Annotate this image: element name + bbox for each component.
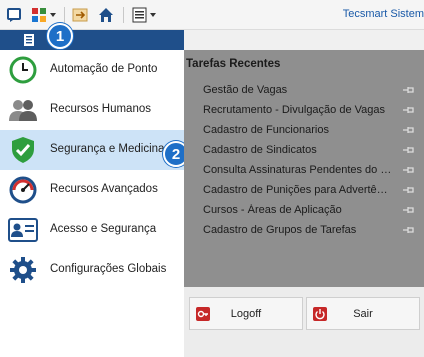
recent-task-label: Cursos - Áreas de Aplicação (203, 204, 342, 216)
menu-item-label: Configurações Globais (50, 263, 167, 275)
pin-icon[interactable] (402, 225, 416, 238)
recent-task-item[interactable]: Consulta Assinaturas Pendentes do Es... (184, 160, 424, 180)
menu-item-recursos-humanos[interactable]: Recursos Humanos (0, 90, 184, 130)
brand-name: Tecsmart Sistem (342, 8, 424, 20)
clock-icon (8, 55, 38, 85)
gear-icon (8, 255, 38, 285)
recent-task-label: Gestão de Vagas (203, 84, 288, 96)
bottom-bar: Logoff Sair (184, 287, 424, 357)
recent-task-item[interactable]: Cadastro de Grupos de Tarefas (184, 220, 424, 240)
recent-task-item[interactable]: Cadastro de Sindicatos (184, 140, 424, 160)
app-menu-button[interactable] (4, 5, 24, 25)
menu-item-label: Automação de Ponto (50, 63, 158, 75)
menu-item-label: Acesso e Segurança (50, 223, 157, 235)
recent-tasks-title: Tarefas Recentes (186, 58, 281, 70)
pin-icon[interactable] (402, 165, 416, 178)
recent-task-label: Cadastro de Punições para Advertênci... (203, 184, 393, 196)
recent-task-label: Cadastro de Funcionarios (203, 124, 329, 136)
pin-icon[interactable] (402, 85, 416, 98)
exit-label: Sair (353, 308, 373, 320)
gauge-icon (8, 175, 38, 205)
recent-tasks-panel: Tarefas Recentes Gestão de Vagas Recrutam… (184, 50, 424, 287)
menu-item-acesso-seguranca[interactable]: Acesso e Segurança (0, 210, 184, 250)
pin-icon[interactable] (402, 125, 416, 138)
menu-item-label: Recursos Avançados (50, 183, 158, 195)
pin-icon[interactable] (402, 105, 416, 118)
module-menu: Automação de Ponto Recursos Humanos Segu… (0, 50, 184, 357)
recent-task-label: Cadastro de Sindicatos (203, 144, 317, 156)
home-icon (99, 8, 113, 22)
shield-check-icon (8, 135, 38, 165)
id-card-icon (8, 215, 38, 245)
menu-item-label: Recursos Humanos (50, 103, 151, 115)
menu-item-configuracoes-globais[interactable]: Configurações Globais (0, 250, 184, 290)
logoff-button[interactable]: Logoff (189, 297, 303, 330)
recent-task-item[interactable]: Cursos - Áreas de Aplicação (184, 200, 424, 220)
recent-task-label: Recrutamento - Divulgação de Vagas (203, 104, 386, 116)
step-badge-1: 1 (47, 23, 73, 49)
modules-dropdown-button[interactable] (29, 5, 59, 25)
pin-icon[interactable] (402, 205, 416, 218)
menu-item-automacao-ponto[interactable]: Automação de Ponto (0, 50, 184, 90)
recent-task-item[interactable]: Cadastro de Punições para Advertênci... (184, 180, 424, 200)
recent-task-label: Consulta Assinaturas Pendentes do Es... (203, 164, 393, 176)
exit-button[interactable]: Sair (306, 297, 420, 330)
pin-icon[interactable] (402, 145, 416, 158)
menu-item-label: Segurança e Medicina (50, 143, 165, 155)
app-icon (7, 8, 21, 22)
home-button[interactable] (96, 5, 116, 25)
recent-task-item[interactable]: Gestão de Vagas (184, 80, 424, 100)
grid-icon (32, 8, 56, 22)
recent-task-item[interactable]: Recrutamento - Divulgação de Vagas (184, 100, 424, 120)
menu-header (0, 30, 184, 50)
menu-toggle-button[interactable] (22, 33, 36, 50)
transfer-icon (72, 8, 88, 22)
logoff-label: Logoff (230, 308, 262, 320)
transfer-button[interactable] (70, 5, 90, 25)
menu-item-seguranca-medicina[interactable]: Segurança e Medicina (0, 130, 184, 170)
recent-task-item[interactable]: Cadastro de Funcionarios (184, 120, 424, 140)
people-icon (8, 95, 38, 125)
document-menu-icon (24, 34, 34, 46)
pin-icon[interactable] (402, 185, 416, 198)
recent-task-label: Cadastro de Grupos de Tarefas (203, 224, 357, 236)
menu-item-recursos-avancados[interactable]: Recursos Avançados (0, 170, 184, 210)
list-dropdown-button[interactable] (130, 5, 160, 25)
list-icon (132, 7, 156, 23)
